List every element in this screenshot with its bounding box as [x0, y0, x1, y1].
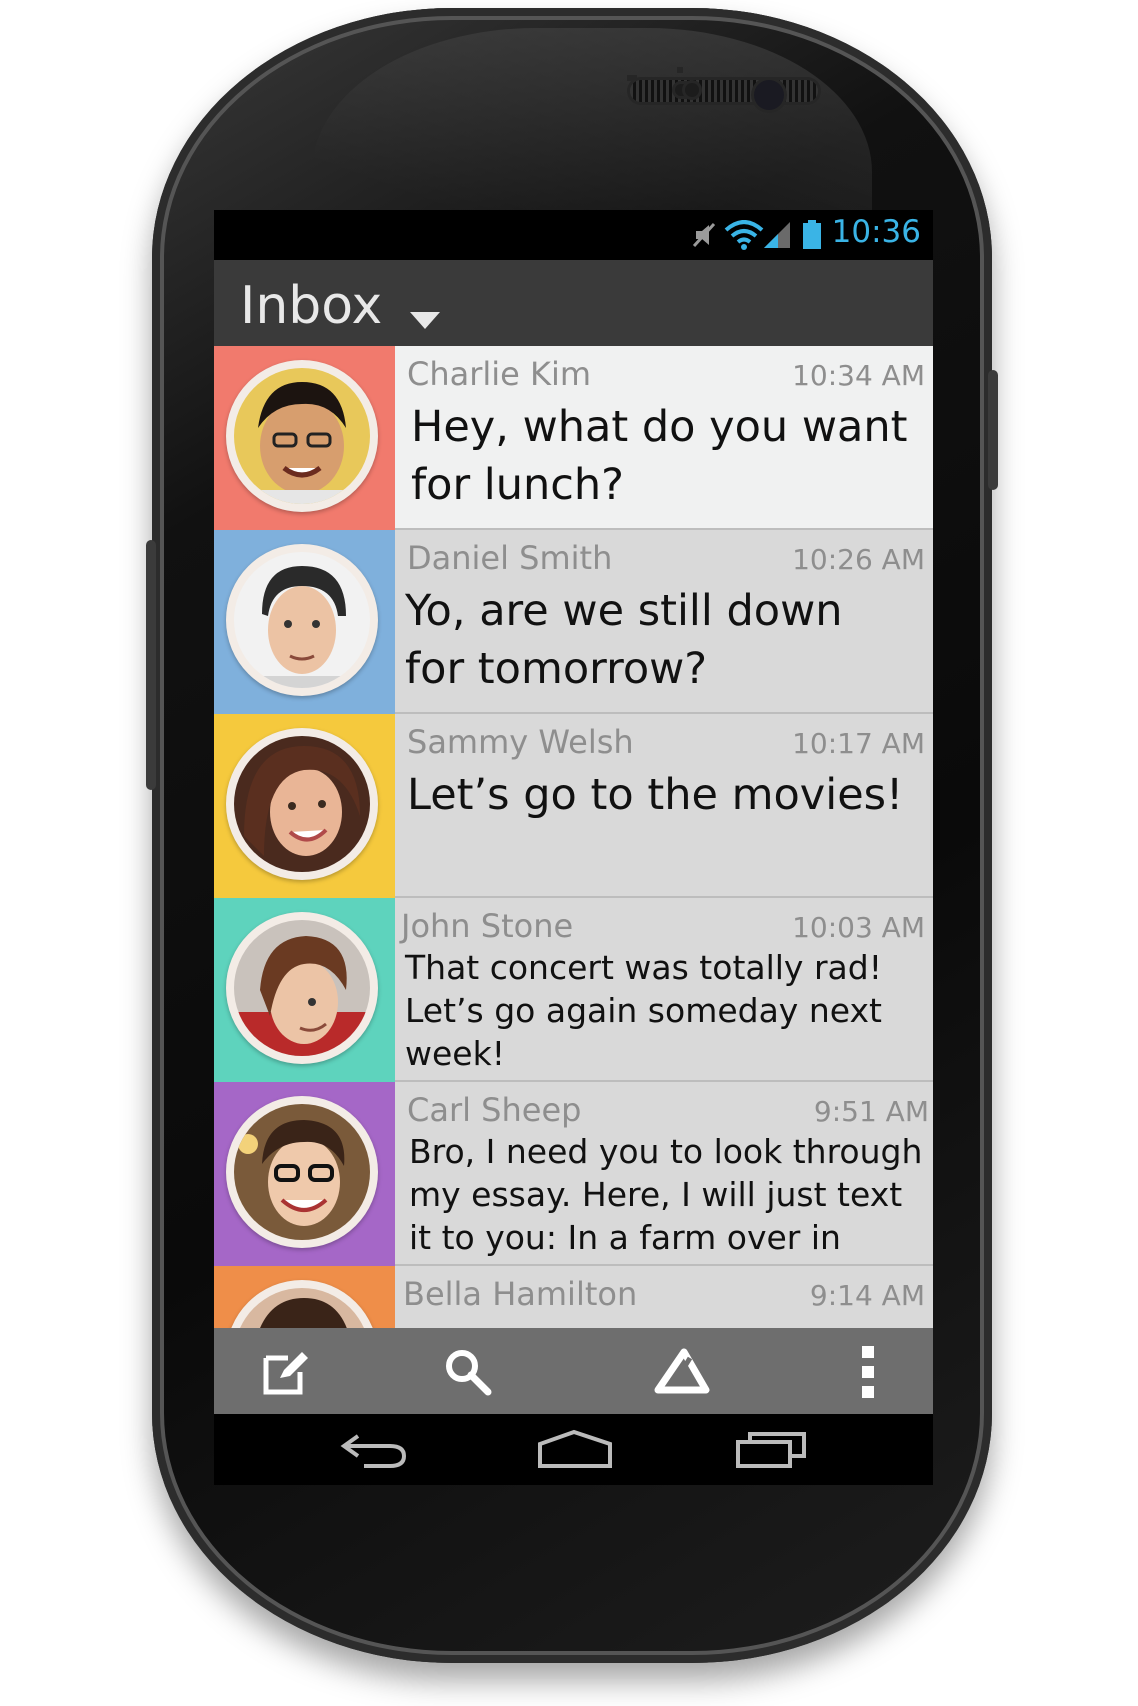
message-content: Carl Sheep 9:51 AM Bro, I need you to lo… — [395, 1082, 933, 1300]
front-camera — [754, 80, 784, 110]
message-time: 9:51 AM — [813, 1095, 929, 1128]
status-bar: 10:36 — [214, 210, 933, 260]
recent-apps-icon[interactable] — [734, 1426, 812, 1470]
avatar[interactable] — [226, 360, 378, 512]
message-content: Charlie Kim 10:34 AM Hey, what do you wa… — [395, 346, 933, 530]
sensor-dot — [685, 83, 699, 97]
message-item[interactable]: John Stone 10:03 AM That concert was tot… — [214, 898, 933, 1082]
message-item[interactable]: Carl Sheep 9:51 AM Bro, I need you to lo… — [214, 1082, 933, 1300]
avatar[interactable] — [226, 912, 378, 1064]
avatar-photo — [234, 736, 370, 872]
message-preview: Yo, are we still down for tomorrow? — [405, 586, 843, 694]
message-item[interactable]: Bella Hamilton 9:14 AM — [214, 1266, 933, 1328]
volume-rocker[interactable] — [146, 540, 156, 790]
avatar-photo — [234, 1104, 370, 1240]
delta-icon[interactable] — [654, 1344, 710, 1400]
message-content: Bella Hamilton 9:14 AM — [395, 1266, 933, 1328]
bottom-toolbar — [214, 1328, 933, 1414]
inbox-title[interactable]: Inbox — [240, 276, 382, 336]
color-stripe — [214, 530, 395, 714]
color-stripe — [214, 1082, 395, 1266]
message-item[interactable]: Charlie Kim 10:34 AM Hey, what do you wa… — [214, 346, 933, 530]
power-button[interactable] — [988, 370, 998, 490]
avatar[interactable] — [226, 728, 378, 880]
message-time: 10:34 AM — [792, 359, 925, 392]
sender-name: Carl Sheep — [407, 1091, 582, 1129]
battery-icon — [803, 220, 821, 249]
sender-name: John Stone — [401, 907, 574, 945]
color-stripe — [214, 346, 395, 530]
signal-icon — [764, 222, 790, 248]
back-icon[interactable] — [340, 1426, 410, 1470]
avatar[interactable] — [226, 1280, 378, 1328]
color-stripe — [214, 898, 395, 1082]
message-item[interactable]: Sammy Welsh 10:17 AM Let’s go to the mov… — [214, 714, 933, 898]
action-bar: Inbox — [214, 260, 933, 346]
message-preview: Let’s go to the movies! — [407, 770, 904, 820]
message-content: Daniel Smith 10:26 AM Yo, are we still d… — [395, 530, 933, 714]
overflow-menu-icon[interactable] — [840, 1344, 896, 1400]
phone-screen: 10:36 Inbox Charlie Kim 10:34 AM Hey, wh… — [214, 210, 933, 1485]
message-content: John Stone 10:03 AM That concert was tot… — [395, 898, 933, 1082]
avatar[interactable] — [226, 1096, 378, 1248]
color-stripe — [214, 714, 395, 898]
dropdown-arrow-icon[interactable] — [410, 312, 440, 329]
message-list[interactable]: Charlie Kim 10:34 AM Hey, what do you wa… — [214, 346, 933, 1328]
compose-icon[interactable] — [258, 1344, 314, 1400]
wifi-icon — [724, 220, 764, 250]
sender-name: Bella Hamilton — [403, 1275, 638, 1313]
search-icon[interactable] — [440, 1344, 496, 1400]
sender-name: Charlie Kim — [407, 355, 592, 393]
mute-icon — [692, 222, 716, 248]
avatar-photo — [234, 1288, 370, 1328]
sender-name: Daniel Smith — [407, 539, 613, 577]
message-time: 9:14 AM — [809, 1279, 925, 1312]
sender-name: Sammy Welsh — [407, 723, 634, 761]
avatar[interactable] — [226, 544, 378, 696]
message-preview: That concert was totally rad! Let’s go a… — [405, 948, 882, 1073]
system-nav-bar — [214, 1414, 933, 1485]
message-content: Sammy Welsh 10:17 AM Let’s go to the mov… — [395, 714, 933, 898]
avatar-photo — [234, 368, 370, 504]
message-item[interactable]: Daniel Smith 10:26 AM Yo, are we still d… — [214, 530, 933, 714]
home-icon[interactable] — [536, 1426, 614, 1470]
message-time: 10:26 AM — [792, 543, 925, 576]
message-time: 10:17 AM — [792, 727, 925, 760]
color-stripe — [214, 1266, 395, 1328]
avatar-photo — [234, 920, 370, 1056]
message-time: 10:03 AM — [792, 911, 925, 944]
message-preview: Hey, what do you want for lunch? — [411, 402, 908, 510]
status-clock: 10:36 — [831, 214, 921, 250]
earpiece-speaker — [630, 80, 818, 102]
avatar-photo — [234, 552, 370, 688]
